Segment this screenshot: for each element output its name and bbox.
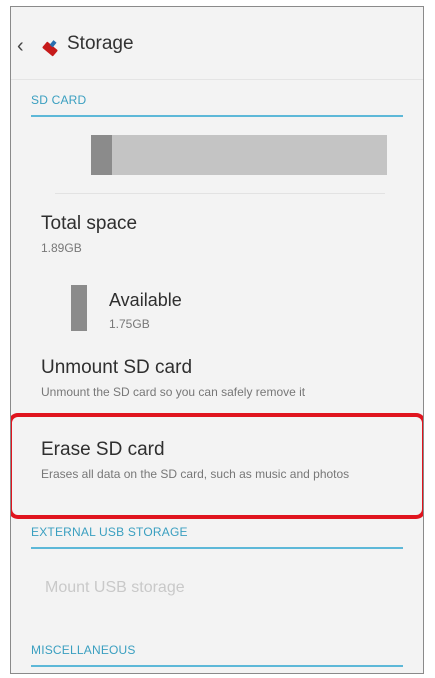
total-space-item: Total space 1.89GB xyxy=(41,213,409,256)
available-item: Available 1.75GB xyxy=(109,289,182,332)
storage-used-fill xyxy=(91,135,112,175)
section-header-external-usb: EXTERNAL USB STORAGE xyxy=(31,525,403,549)
chevron-left-icon[interactable]: ‹ xyxy=(17,35,24,58)
erase-sd-card-item[interactable]: Erase SD card Erases all data on the SD … xyxy=(41,439,409,482)
erase-title: Erase SD card xyxy=(41,439,165,460)
storage-usage-bar xyxy=(91,135,387,175)
total-space-label: Total space xyxy=(41,213,138,234)
settings-screen: ‹ Storage SD CARD Total space 1.89GB Ava… xyxy=(10,6,424,674)
divider xyxy=(55,193,385,194)
unmount-title: Unmount SD card xyxy=(41,357,193,378)
unmount-summary: Unmount the SD card so you can safely re… xyxy=(41,385,306,399)
unmount-sd-card-item[interactable]: Unmount SD card Unmount the SD card so y… xyxy=(41,357,409,400)
available-value: 1.75GB xyxy=(109,317,150,331)
mount-usb-storage-item: Mount USB storage xyxy=(45,579,185,596)
storage-icon[interactable] xyxy=(37,35,63,61)
available-swatch xyxy=(71,285,87,331)
available-label: Available xyxy=(109,290,182,310)
total-space-value: 1.89GB xyxy=(41,241,82,255)
section-header-sd-card: SD CARD xyxy=(31,93,403,117)
erase-summary: Erases all data on the SD card, such as … xyxy=(41,467,350,481)
action-bar: ‹ Storage xyxy=(11,7,423,80)
section-header-misc: MISCELLANEOUS xyxy=(31,643,403,667)
page-title: Storage xyxy=(67,33,134,54)
